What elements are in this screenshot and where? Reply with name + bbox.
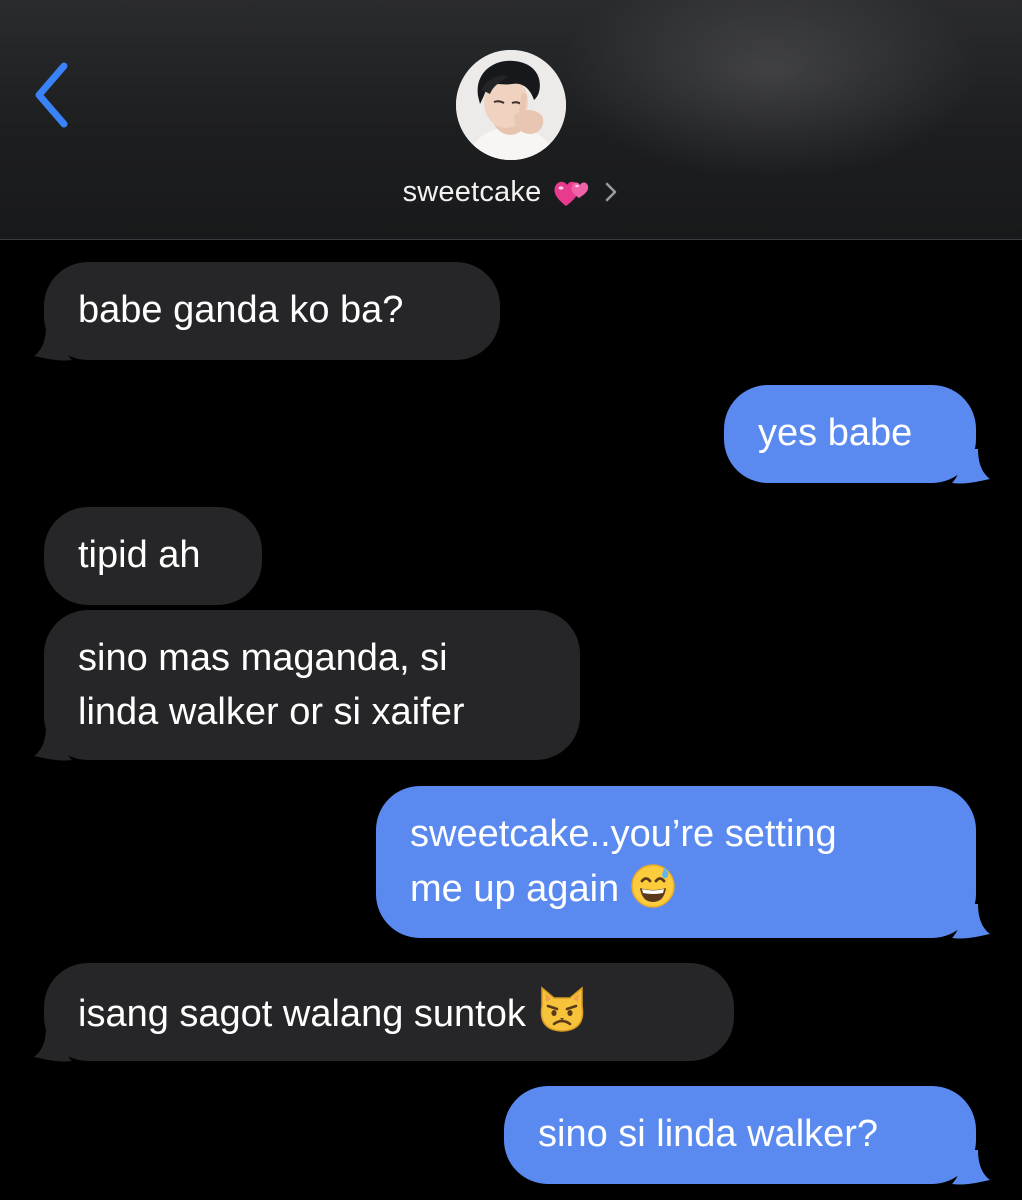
outgoing-message-bubble[interactable]: sino si linda walker? <box>504 1086 976 1184</box>
contact-details-button[interactable]: sweetcake <box>0 170 1022 214</box>
header-background-blur <box>560 0 980 180</box>
message-text: tipid ah <box>78 534 201 576</box>
incoming-bubble-tail <box>34 726 72 761</box>
incoming-bubble-tail <box>34 326 72 361</box>
outgoing-bubble-tail <box>952 904 990 939</box>
two-hearts-icon <box>553 176 591 208</box>
message-text: isang sagot walang suntok <box>78 993 526 1035</box>
message-text-line: linda walker or si xaifer <box>78 691 465 733</box>
message-text: yes babe <box>758 412 913 454</box>
outgoing-bubble-tail <box>952 449 990 484</box>
conversation-header: sweetcake <box>0 0 1022 240</box>
pouting-cat-emoji-icon <box>536 984 588 1049</box>
incoming-message-bubble[interactable]: babe ganda ko ba? <box>44 262 500 360</box>
message-text-line: sino mas maganda, si <box>78 637 448 679</box>
message-text: sino si linda walker? <box>538 1113 879 1155</box>
outgoing-message-bubble[interactable]: sweetcake..you’re setting me up again <box>376 786 976 938</box>
message-text-line: me up again <box>410 868 620 910</box>
message-text-line: sweetcake..you’re setting <box>410 813 837 855</box>
chevron-left-icon <box>35 62 68 128</box>
back-button[interactable] <box>22 58 82 134</box>
outgoing-message-bubble[interactable]: yes babe <box>724 385 976 483</box>
chevron-right-icon <box>603 179 619 205</box>
grinning-sweat-emoji-icon <box>629 861 677 924</box>
contact-avatar[interactable] <box>456 50 566 160</box>
incoming-bubble-tail <box>34 1027 72 1062</box>
contact-name: sweetcake <box>402 175 542 208</box>
incoming-message-bubble[interactable]: tipid ah <box>44 507 262 605</box>
incoming-message-bubble[interactable]: isang sagot walang suntok <box>44 963 734 1061</box>
outgoing-bubble-tail <box>952 1150 990 1185</box>
message-text: babe ganda ko ba? <box>78 289 404 331</box>
incoming-message-bubble[interactable]: sino mas maganda, si linda walker or si … <box>44 610 580 760</box>
